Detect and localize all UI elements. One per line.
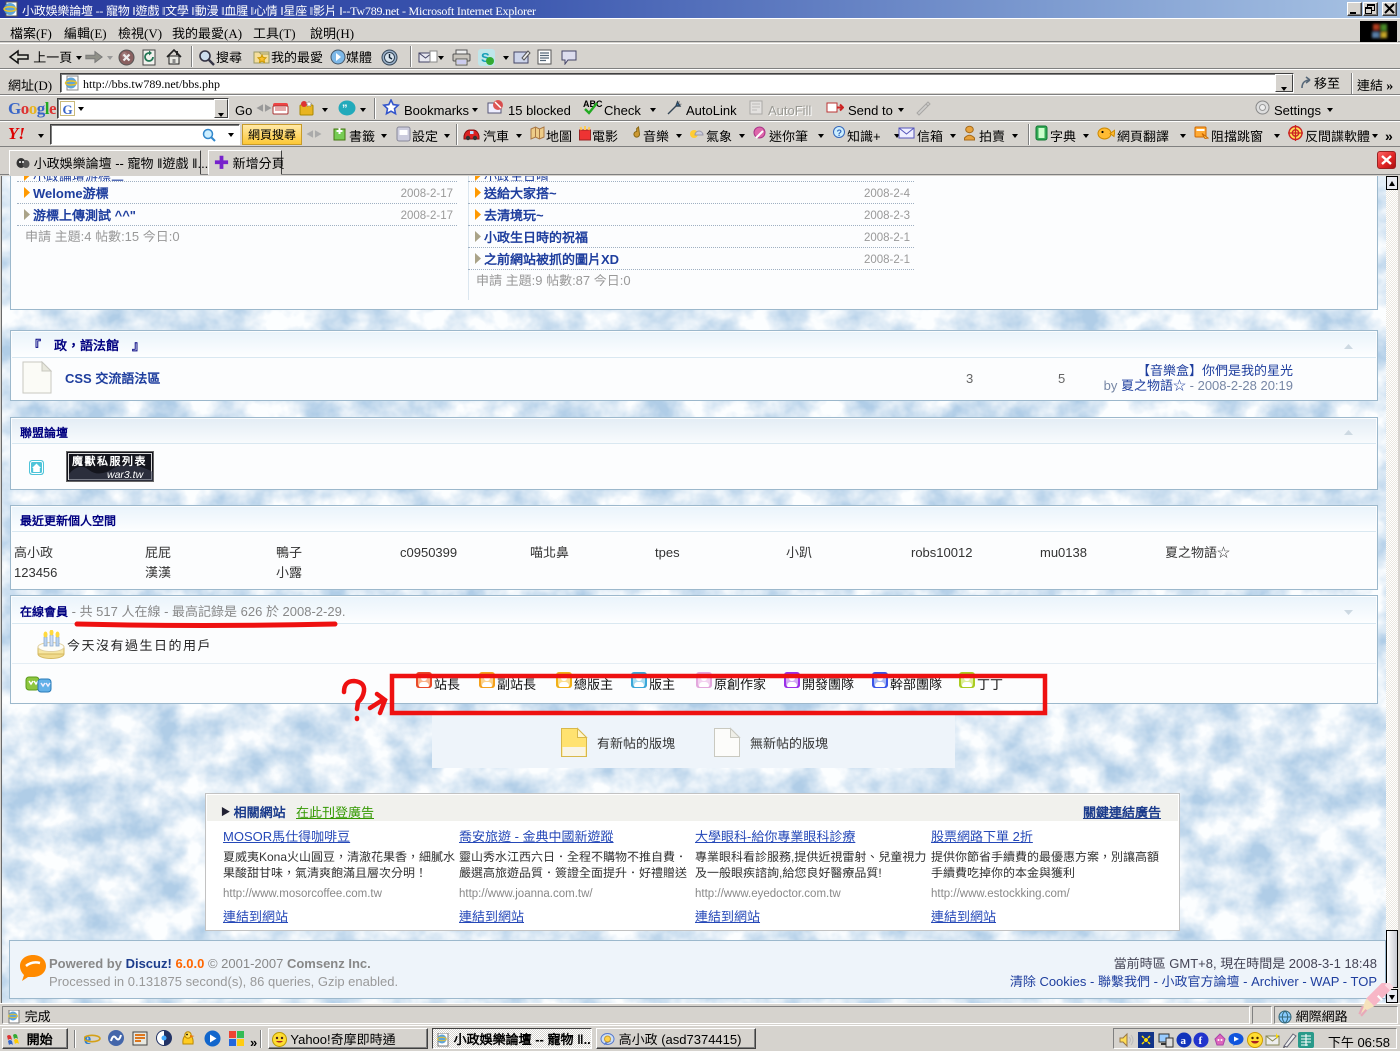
- svg-text:?: ?: [837, 126, 843, 139]
- svg-text:a: a: [1181, 1035, 1187, 1047]
- svg-text:f: f: [1199, 1035, 1203, 1047]
- svg-text:”: ”: [342, 100, 348, 116]
- svg-text:e: e: [84, 1031, 91, 1047]
